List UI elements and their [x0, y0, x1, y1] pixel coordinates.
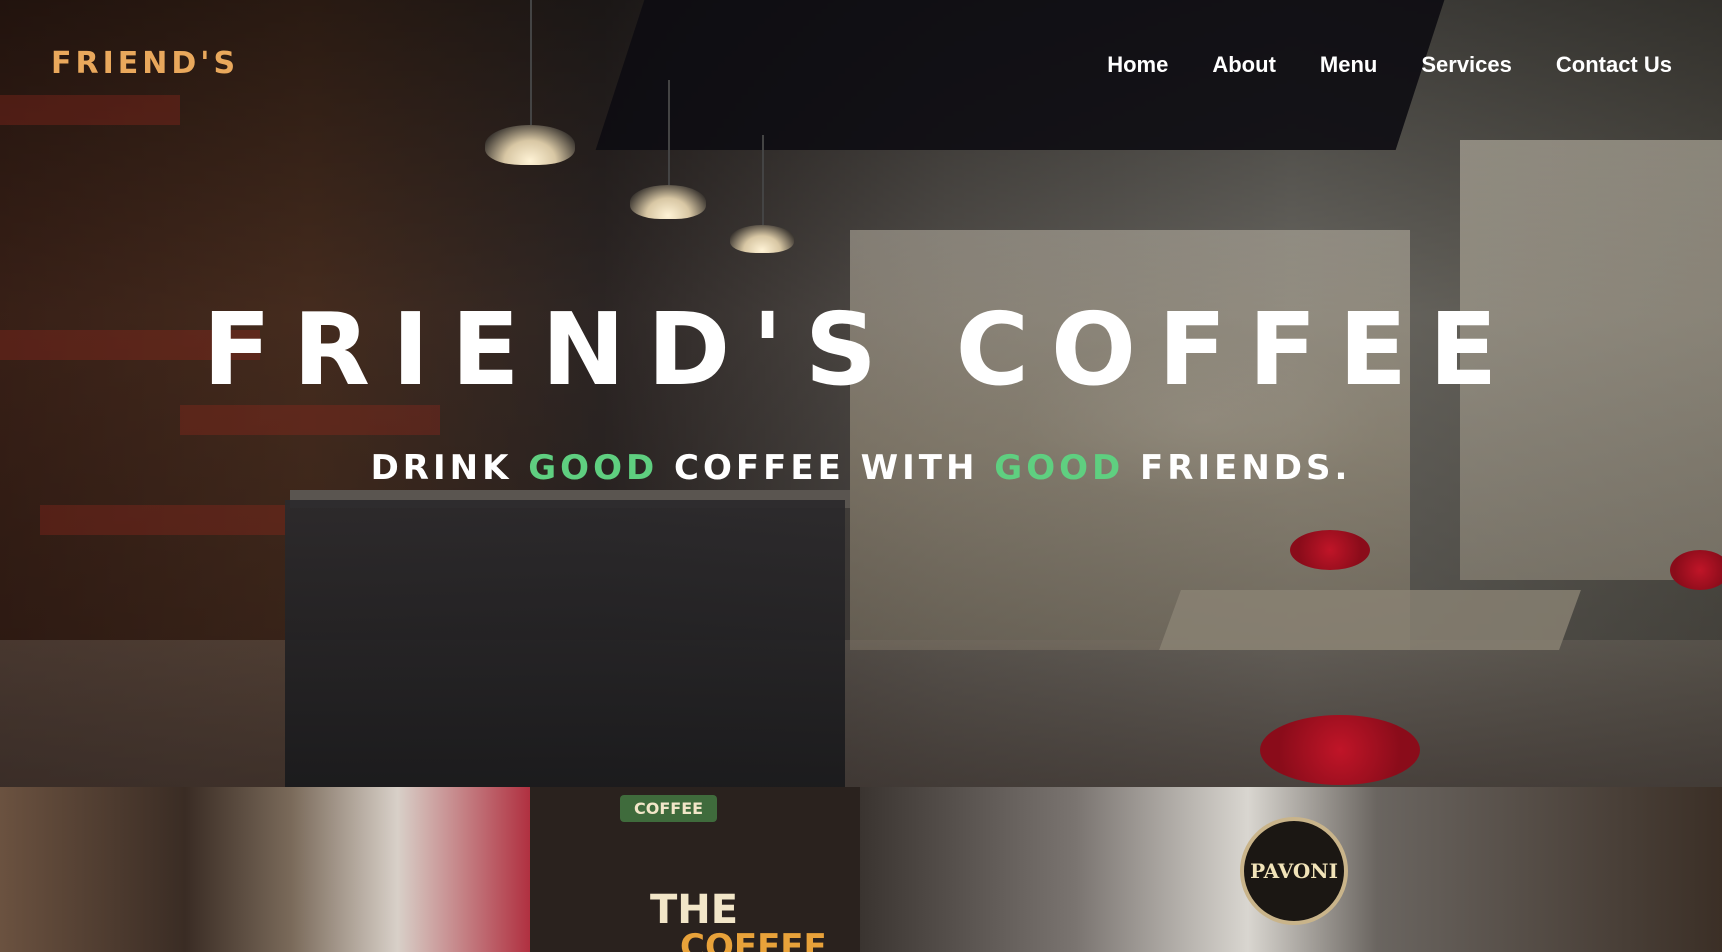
gallery-image-espresso-machine: PAVONI	[860, 787, 1722, 952]
nav-link-menu[interactable]: Menu	[1320, 52, 1377, 78]
tagline-text: DRINK	[370, 448, 529, 488]
machine-badge: PAVONI	[1240, 817, 1348, 925]
nav-link-contact[interactable]: Contact Us	[1556, 52, 1672, 78]
nav-link-home[interactable]: Home	[1107, 52, 1168, 78]
board-brand: COFFEE	[620, 795, 718, 822]
hero-tagline: DRINK GOOD COFFEE WITH GOOD FRIENDS.	[0, 448, 1722, 488]
flowers	[1670, 550, 1722, 590]
tagline-highlight: GOOD	[528, 448, 659, 488]
board-line: COFFEE	[680, 927, 827, 952]
site-logo[interactable]: FRIEND'S	[51, 46, 239, 81]
floor	[0, 640, 1722, 787]
hero-title: FRIEND'S COFFEE	[202, 291, 1520, 408]
main-nav: Home About Menu Services Contact Us	[1107, 52, 1672, 78]
gallery-image-shop	[0, 787, 530, 952]
hero-section: FRIEND'S Home About Menu Services Contac…	[0, 0, 1722, 787]
nav-link-about[interactable]: About	[1212, 52, 1276, 78]
tagline-highlight: GOOD	[994, 448, 1125, 488]
tagline-text: COFFEE WITH	[658, 448, 995, 488]
wall-stripe	[40, 505, 290, 535]
nav-link-services[interactable]: Services	[1421, 52, 1512, 78]
tagline-text: FRIENDS.	[1124, 448, 1352, 488]
flowers	[1260, 715, 1420, 785]
wall-stripe	[180, 405, 440, 435]
gallery-image-menu-board: COFFEE THE COFFEE	[530, 787, 860, 952]
coffee-counter	[285, 500, 845, 787]
cafe-table	[1159, 590, 1581, 650]
wall-stripe	[0, 95, 180, 125]
flowers	[1290, 530, 1370, 570]
